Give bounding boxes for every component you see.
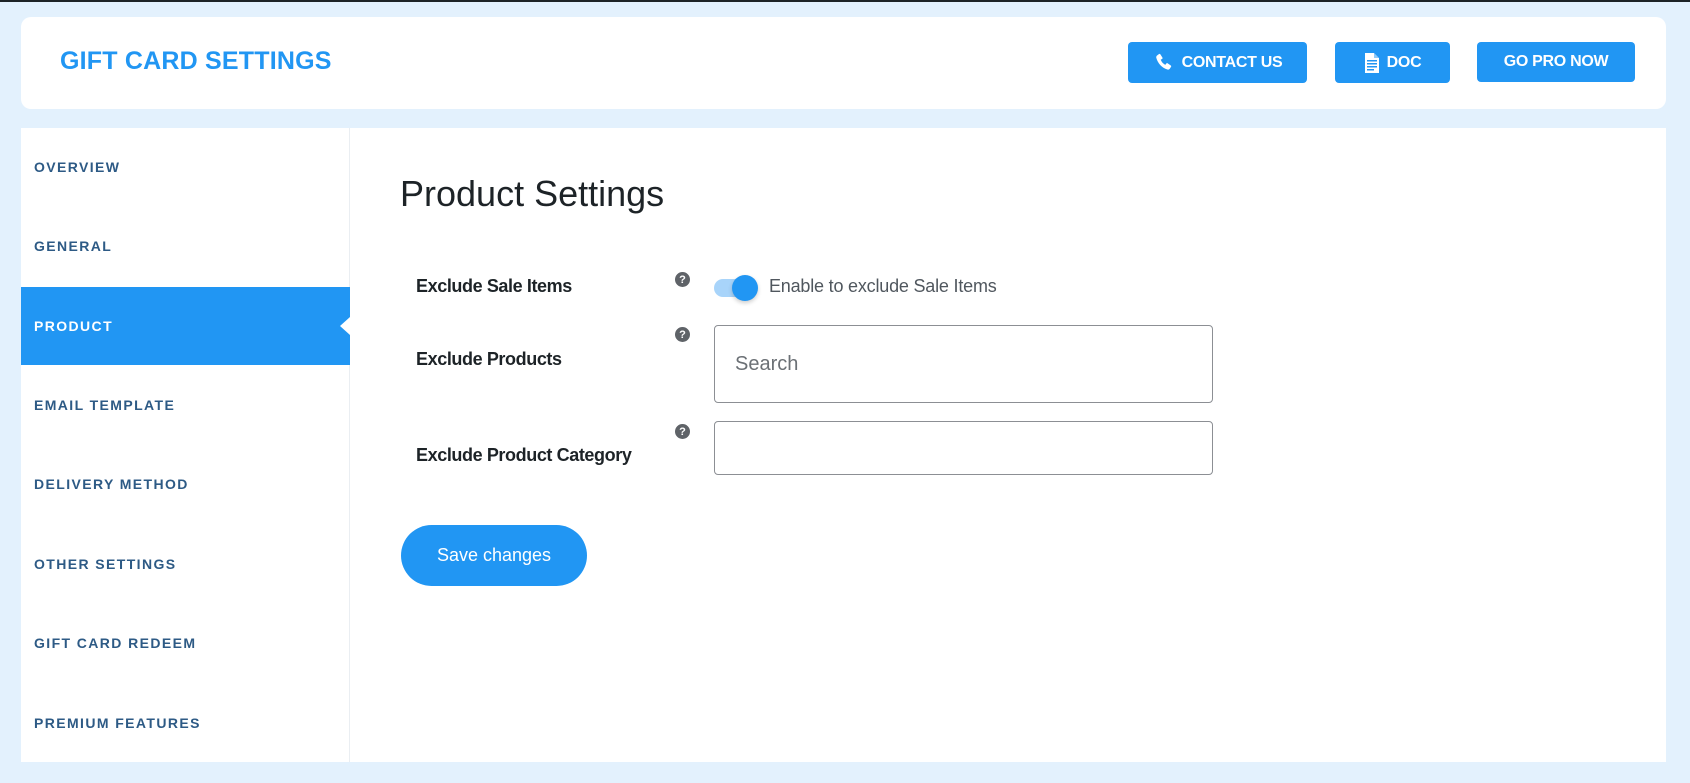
- sidebar-item-label: PREMIUM FEATURES: [34, 715, 201, 731]
- sidebar-item-label: GENERAL: [34, 238, 113, 254]
- header-bar: GIFT CARD SETTINGS CONTACT US DOC GO PRO…: [21, 17, 1666, 109]
- exclude-products-label: Exclude Products: [416, 349, 562, 369]
- exclude-product-category-label: Exclude Product Category: [416, 445, 632, 465]
- phone-icon: [1153, 52, 1175, 74]
- sidebar-item-premium-features[interactable]: PREMIUM FEATURES: [21, 684, 350, 762]
- sidebar-item-email-template[interactable]: EMAIL TEMPLATE: [21, 366, 350, 444]
- exclude-product-category-input[interactable]: [714, 421, 1213, 475]
- sidebar-item-label: EMAIL TEMPLATE: [34, 397, 176, 413]
- sidebar-item-delivery-method[interactable]: DELIVERY METHOD: [21, 445, 350, 523]
- contact-us-label: CONTACT US: [1181, 53, 1283, 71]
- exclude-sale-items-toggle[interactable]: [714, 273, 758, 301]
- go-pro-now-label: GO PRO NOW: [1503, 53, 1609, 70]
- exclude-sale-items-label: Exclude Sale Items: [416, 276, 572, 296]
- sidebar-item-label: GIFT CARD REDEEM: [34, 635, 197, 651]
- settings-content: Product Settings Exclude Sale Items ? En…: [350, 128, 1666, 762]
- app-title: GIFT CARD SETTINGS: [60, 47, 332, 75]
- contact-us-button[interactable]: CONTACT US: [1128, 42, 1307, 83]
- exclude-sale-items-description: Enable to exclude Sale Items: [769, 276, 997, 296]
- sidebar-item-label: OVERVIEW: [34, 159, 121, 175]
- sidebar-item-label: PRODUCT: [34, 318, 114, 334]
- sidebar-item-general[interactable]: GENERAL: [21, 207, 350, 285]
- exclude-products-search-input[interactable]: [714, 325, 1213, 403]
- settings-sidebar: OVERVIEW GENERAL PRODUCT EMAIL TEMPLATE …: [21, 128, 350, 762]
- go-pro-now-button[interactable]: GO PRO NOW: [1477, 42, 1635, 82]
- sidebar-item-overview[interactable]: OVERVIEW: [21, 128, 350, 206]
- help-icon[interactable]: ?: [675, 424, 690, 439]
- sidebar-item-other-settings[interactable]: OTHER SETTINGS: [21, 525, 350, 603]
- page-title: Product Settings: [400, 173, 665, 214]
- sidebar-item-product[interactable]: PRODUCT: [21, 287, 350, 365]
- help-icon[interactable]: ?: [675, 272, 690, 287]
- sidebar-item-label: DELIVERY METHOD: [34, 476, 189, 492]
- help-icon[interactable]: ?: [675, 327, 690, 342]
- doc-label: DOC: [1386, 53, 1422, 71]
- document-icon: [1364, 52, 1380, 73]
- toggle-knob: [732, 275, 758, 301]
- sidebar-item-label: OTHER SETTINGS: [34, 556, 177, 572]
- save-changes-button[interactable]: Save changes: [401, 525, 587, 586]
- doc-button[interactable]: DOC: [1335, 42, 1450, 83]
- sidebar-item-gift-card-redeem[interactable]: GIFT CARD REDEEM: [21, 604, 350, 682]
